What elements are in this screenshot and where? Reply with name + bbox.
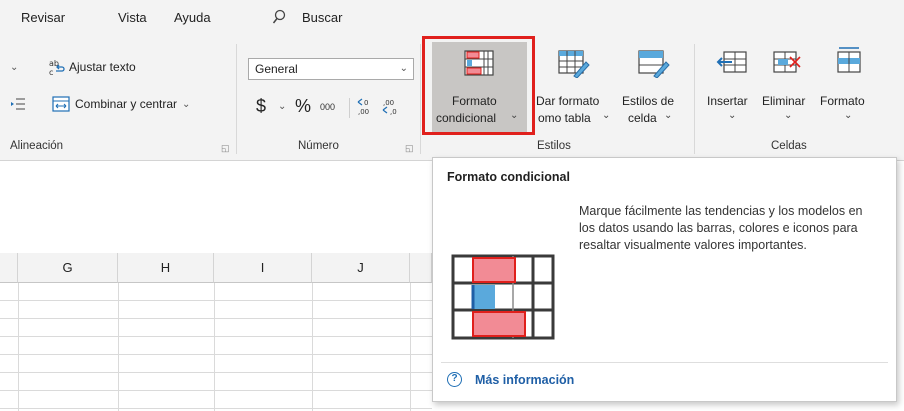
percent-button[interactable]: % — [295, 96, 311, 117]
group-label-celdas: Celdas — [771, 140, 807, 152]
menu-revisar[interactable]: Revisar — [21, 10, 65, 25]
column-header-h[interactable]: H — [118, 253, 214, 283]
insert-cells-button[interactable]: Insertar ⌄ — [704, 46, 762, 132]
merge-center-label: Combinar y centrar — [75, 97, 178, 111]
chevron-down-icon: ⌄ — [664, 110, 673, 121]
search-box[interactable]: Buscar — [302, 10, 342, 25]
chevron-down-icon[interactable]: ⌄ — [10, 62, 18, 73]
column-header-k[interactable] — [410, 253, 432, 283]
separator — [349, 98, 350, 118]
grid-line — [0, 300, 432, 301]
formula-area — [0, 161, 432, 253]
cell-styles-icon — [638, 50, 670, 78]
group-separator — [236, 44, 237, 154]
chevron-down-icon: ⌄ — [602, 110, 611, 121]
search-icon[interactable] — [272, 9, 286, 25]
group-label-numero: Número — [298, 140, 339, 152]
dialog-launcher-icon[interactable]: ◱ — [405, 143, 414, 154]
cell-styles-label-2: celda — [628, 111, 657, 125]
number-format-value: General — [255, 62, 298, 76]
thousands-button[interactable]: 000 — [320, 102, 335, 112]
group-label-alineacion: Alineación — [10, 140, 64, 152]
increase-indent-icon[interactable] — [10, 97, 26, 111]
grid-line — [0, 336, 432, 337]
currency-button[interactable]: $ — [256, 96, 266, 117]
chevron-down-icon: ⌄ — [784, 110, 793, 121]
number-format-dropdown[interactable]: General ⌄ — [248, 58, 414, 80]
delete-cells-label: Eliminar — [762, 94, 806, 108]
svg-text:,00: ,00 — [383, 99, 394, 107]
svg-text:0: 0 — [364, 99, 368, 107]
menu-vista[interactable]: Vista — [118, 10, 147, 25]
tooltip-description: Marque fácilmente las tendencias y los m… — [579, 204, 863, 252]
cell-styles-button[interactable]: Estilos de celda ⌄ — [618, 46, 690, 132]
grid-line — [0, 390, 432, 391]
wrap-text-icon: ab c — [48, 58, 66, 76]
grid-line — [410, 283, 411, 411]
chevron-down-icon: ⌄ — [399, 63, 408, 74]
grid-line — [0, 372, 432, 373]
format-as-table-label-1: Dar formato — [536, 94, 600, 108]
ribbon: Revisar Vista Ayuda Buscar ⌄ ab c Ajustar… — [0, 0, 904, 161]
column-header-f[interactable] — [0, 253, 18, 283]
grid-line — [0, 354, 432, 355]
highlight-box — [422, 36, 535, 135]
format-as-table-button[interactable]: Dar formato omo tabla ⌄ — [534, 46, 618, 132]
decrease-decimal-icon[interactable]: ,00,0 — [381, 97, 401, 115]
grid-line — [214, 283, 215, 411]
column-header-i[interactable]: I — [214, 253, 312, 283]
svg-text:,00: ,00 — [358, 108, 369, 115]
chevron-down-icon: ⌄ — [728, 110, 737, 121]
column-header-j[interactable]: J — [312, 253, 410, 283]
wrap-text-button[interactable]: ab c Ajustar texto — [48, 58, 136, 76]
grid-line — [118, 283, 119, 411]
svg-text:c: c — [49, 68, 53, 76]
more-info-link[interactable]: Más información — [475, 373, 574, 387]
tooltip-separator — [441, 362, 888, 363]
insert-cells-label: Insertar — [707, 94, 748, 108]
chevron-down-icon: ⌄ — [844, 110, 853, 121]
increase-decimal-icon[interactable]: 0,00 — [356, 97, 376, 115]
tooltip: Formato condicional Marque fácilmente la… — [432, 157, 897, 402]
chevron-down-icon: ⌄ — [182, 98, 191, 110]
conditional-format-preview-icon — [451, 254, 555, 340]
format-cells-icon — [834, 46, 864, 74]
merge-center-icon — [52, 96, 70, 112]
format-cells-button[interactable]: Formato ⌄ — [818, 46, 880, 132]
insert-cells-icon — [716, 50, 748, 74]
merge-center-button[interactable]: Combinar y centrar ⌄ — [52, 96, 190, 112]
tooltip-title: Formato condicional — [447, 170, 570, 184]
grid-line — [0, 318, 432, 319]
menu-ayuda[interactable]: Ayuda — [174, 10, 211, 25]
delete-cells-button[interactable]: Eliminar ⌄ — [760, 46, 818, 132]
format-cells-label: Formato — [820, 94, 865, 108]
group-label-estilos: Estilos — [537, 140, 571, 152]
cell-styles-label-1: Estilos de — [622, 94, 675, 108]
help-icon[interactable]: ? — [447, 372, 462, 387]
grid-line — [0, 408, 432, 409]
dialog-launcher-icon[interactable]: ◱ — [221, 143, 230, 154]
group-separator — [420, 44, 421, 154]
svg-text:,0: ,0 — [390, 108, 397, 115]
delete-cells-icon — [772, 50, 804, 74]
column-header-g[interactable]: G — [18, 253, 118, 283]
chevron-down-icon[interactable]: ⌄ — [278, 101, 286, 112]
grid-line — [312, 283, 313, 411]
wrap-text-label: Ajustar texto — [69, 60, 136, 74]
format-as-table-icon — [558, 50, 590, 78]
format-as-table-label-2: omo tabla — [538, 111, 591, 125]
group-separator — [694, 44, 695, 154]
grid-line — [18, 283, 19, 411]
